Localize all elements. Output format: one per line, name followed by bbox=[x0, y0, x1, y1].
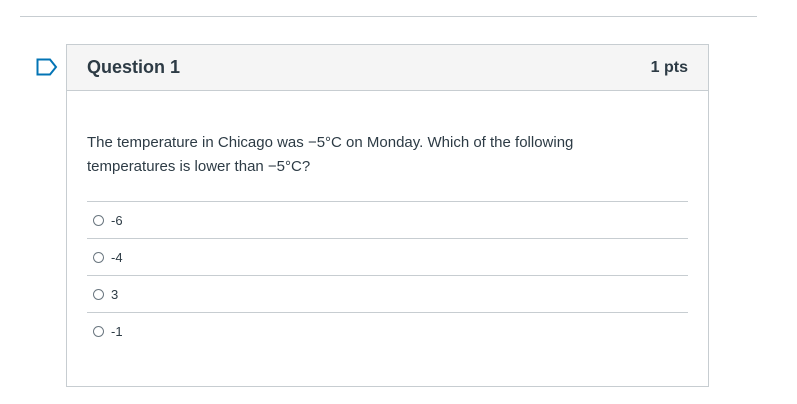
answer-label[interactable]: 3 bbox=[111, 287, 118, 302]
radio-button[interactable] bbox=[93, 214, 104, 226]
question-title: Question 1 bbox=[87, 57, 181, 77]
flag-question-icon[interactable] bbox=[36, 58, 58, 76]
radio-button[interactable] bbox=[93, 251, 104, 263]
answer-label[interactable]: -4 bbox=[111, 250, 123, 265]
question-card: Question 1 1 pts The temperature in Chic… bbox=[66, 44, 709, 387]
radio-button[interactable] bbox=[93, 288, 104, 300]
answer-option[interactable]: -4 bbox=[87, 238, 688, 275]
question-body: The temperature in Chicago was −5°C on M… bbox=[67, 91, 708, 349]
question-text: The temperature in Chicago was −5°C on M… bbox=[87, 134, 574, 175]
answer-label[interactable]: -6 bbox=[111, 213, 123, 228]
answer-list: -6 -4 3 -1 bbox=[87, 201, 688, 349]
radio-button[interactable] bbox=[93, 325, 104, 337]
answer-option[interactable]: -1 bbox=[87, 312, 688, 349]
top-divider bbox=[20, 16, 757, 17]
answer-label[interactable]: -1 bbox=[111, 324, 123, 339]
answer-option[interactable]: 3 bbox=[87, 275, 688, 312]
answer-option[interactable]: -6 bbox=[87, 201, 688, 238]
question-points: 1 pts bbox=[650, 58, 688, 76]
question-header: Question 1 1 pts bbox=[67, 45, 708, 91]
